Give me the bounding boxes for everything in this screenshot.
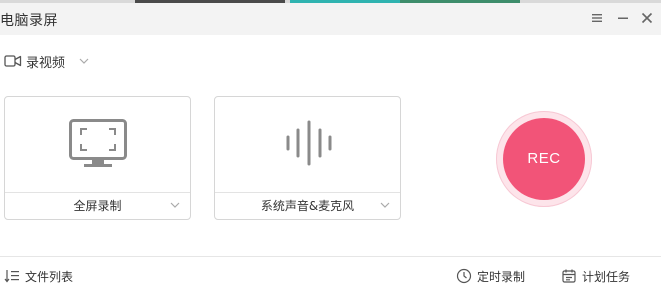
calendar-icon: [562, 269, 576, 283]
card-divider: [5, 192, 190, 193]
chevron-down-icon[interactable]: [170, 201, 180, 209]
file-list-label: 文件列表: [25, 269, 74, 284]
timed-record-label: 定时录制: [477, 269, 526, 284]
audio-source-card[interactable]: 系统声音&麦克风: [214, 96, 401, 220]
fullscreen-record-label: 全屏录制: [73, 199, 122, 213]
minimize-button[interactable]: [614, 9, 632, 27]
title-bar: 电脑录屏: [0, 3, 661, 35]
close-icon: [641, 12, 653, 24]
video-camera-icon: [4, 55, 22, 67]
menu-button[interactable]: [588, 9, 606, 27]
timed-record-button[interactable]: 定时录制: [456, 267, 525, 285]
audio-source-label: 系统声音&麦克风: [260, 199, 355, 213]
sort-list-icon: [4, 270, 19, 283]
chevron-down-icon: [79, 58, 89, 64]
fullscreen-record-card[interactable]: 全屏录制: [4, 96, 191, 220]
scheduled-tasks-label: 计划任务: [582, 269, 631, 284]
monitor-fullscreen-icon: [69, 119, 127, 167]
chevron-down-icon[interactable]: [380, 201, 390, 209]
scheduled-tasks-button[interactable]: 计划任务: [561, 267, 630, 285]
sound-wave-icon: [286, 120, 332, 166]
clock-icon: [456, 268, 472, 284]
mode-selector-label: 录视频: [26, 55, 66, 71]
minimize-icon: [618, 17, 628, 19]
card-divider: [215, 192, 400, 193]
close-button[interactable]: [638, 9, 656, 27]
mode-selector[interactable]: 录视频: [4, 52, 89, 71]
hamburger-icon: [592, 14, 602, 22]
footer-divider: [0, 256, 661, 257]
window-title: 电脑录屏: [0, 13, 58, 29]
file-list-button[interactable]: 文件列表: [4, 267, 73, 285]
record-button[interactable]: REC: [503, 118, 585, 200]
